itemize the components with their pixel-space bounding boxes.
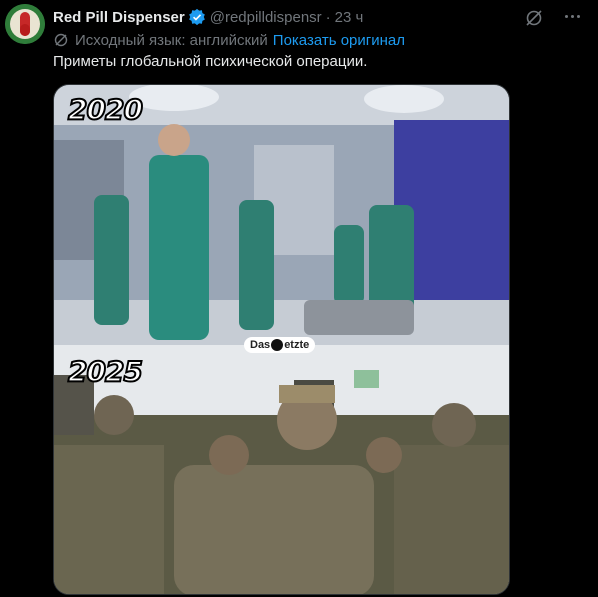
- more-icon[interactable]: [560, 6, 584, 26]
- author-name[interactable]: Red Pill Dispenser: [53, 9, 185, 26]
- verified-badge-icon: [188, 8, 205, 26]
- year-label-bottom: 2025: [67, 354, 144, 389]
- tweet-header: Red Pill Dispenser @redpilldispensr · 23…: [53, 6, 363, 28]
- watermark-text-right: etzte: [284, 339, 310, 351]
- avatar[interactable]: [5, 4, 45, 44]
- year-label-top: 2020: [67, 92, 144, 127]
- timestamp[interactable]: 23 ч: [335, 9, 364, 26]
- watermark-icon: [271, 339, 284, 351]
- media-video[interactable]: 2020 2025 Das etzte: [53, 84, 510, 595]
- tweet[interactable]: Red Pill Dispenser @redpilldispensr · 23…: [0, 0, 598, 597]
- separator-dot: ·: [325, 8, 331, 26]
- show-original-link[interactable]: Показать оригинал: [273, 32, 405, 49]
- pill-logo-icon: [5, 4, 45, 44]
- translation-line: Исходный язык: английский Показать ориги…: [53, 31, 405, 49]
- grok-icon[interactable]: [524, 8, 544, 28]
- watermark: Das etzte: [244, 337, 316, 353]
- translation-note: Исходный язык: английский: [75, 31, 268, 49]
- tweet-text: Приметы глобальной психической операции.: [53, 53, 368, 70]
- watermark-text-left: Das: [250, 339, 271, 351]
- author-handle[interactable]: @redpilldispensr: [210, 9, 322, 26]
- translate-icon: [54, 33, 68, 47]
